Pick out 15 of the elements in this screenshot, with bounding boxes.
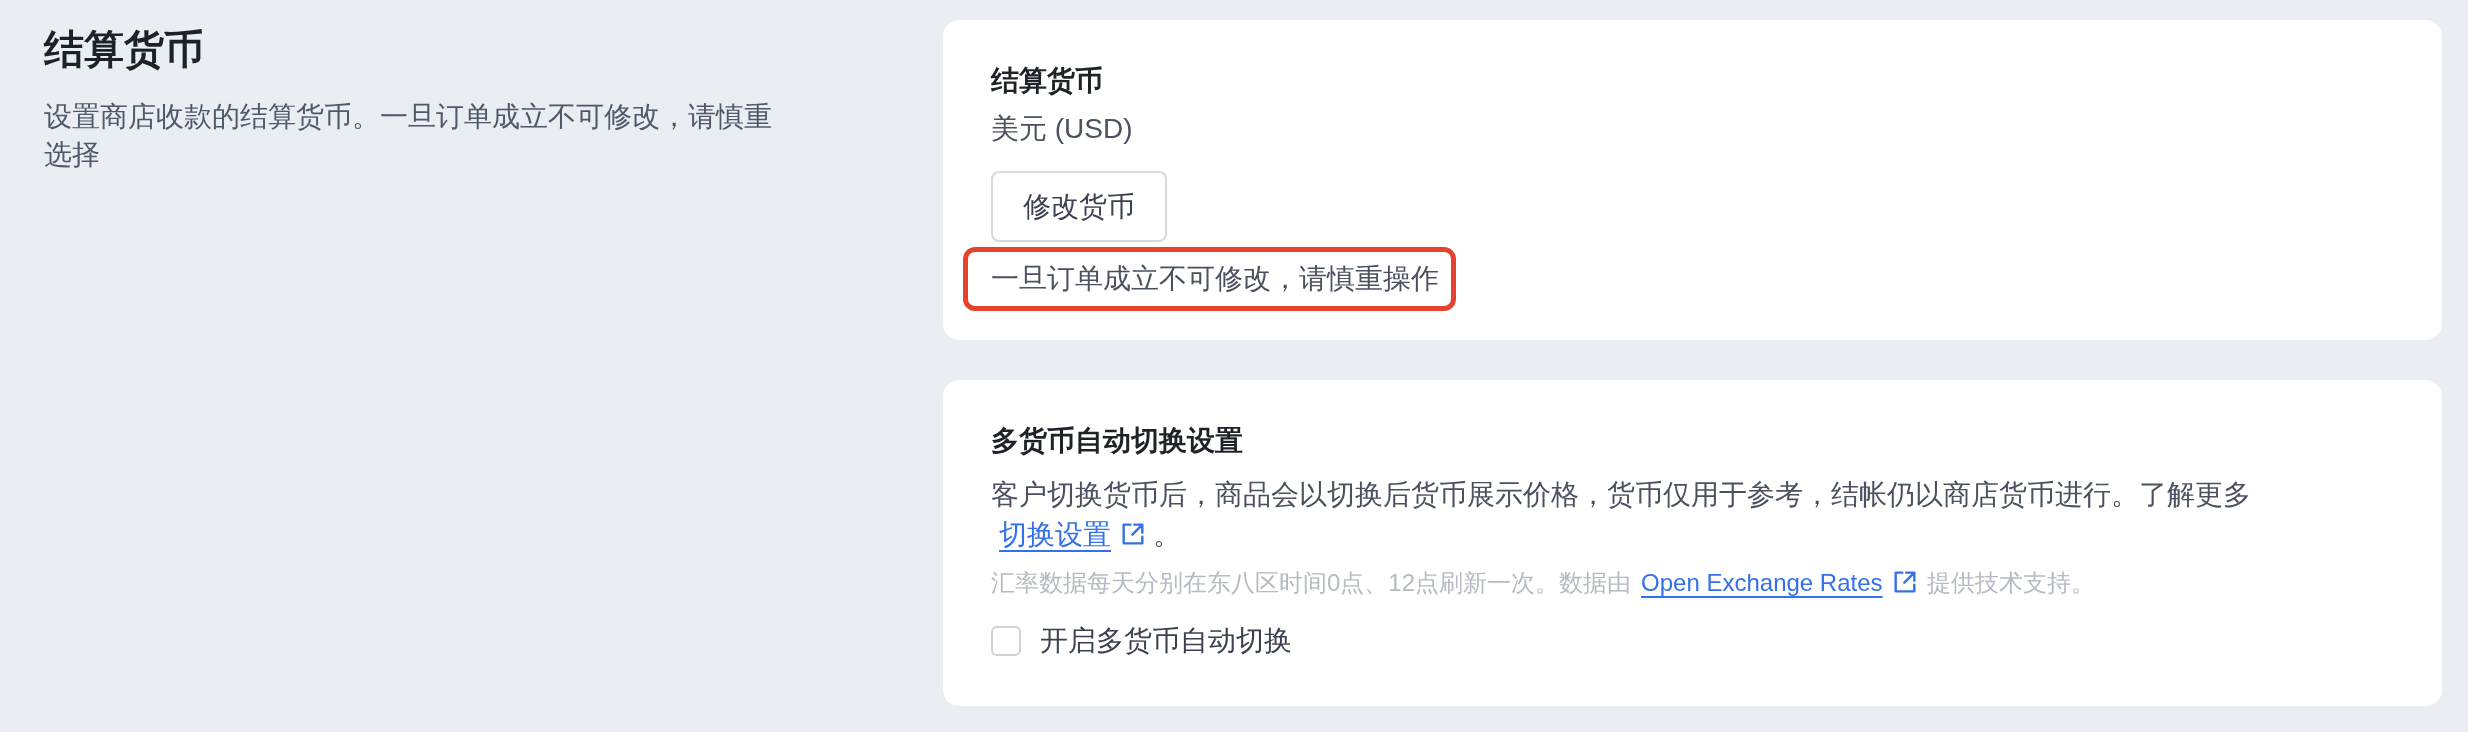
currency-value: 美元 (USD) [991,112,1133,146]
card-title: 结算货币 [991,64,1103,98]
switch-settings-link[interactable]: 切换设置 [999,519,1111,550]
checkbox[interactable] [991,626,1021,656]
external-link-icon[interactable] [1121,522,1145,546]
card-title: 多货币自动切换设置 [991,424,1243,458]
external-link-icon[interactable] [1892,570,1917,594]
rates-note: 汇率数据每天分别在东八区时间0点、12点刷新一次。数据由 Open Exchange Rates 提供技术支持。 [991,568,2095,598]
section-description: 设置商店收款的结算货币。一旦订单成立不可修改，请慎重选择 [44,100,773,172]
section-title: 结算货币 [44,26,204,73]
auto-switch-description: 客户切换货币后，商品会以切换后货币展示价格，货币仅用于参考，结帐仍以商店货币进行。了解更多 切换设置 。 [991,478,2251,552]
open-exchange-rates-link[interactable]: Open Exchange Rates [1641,569,1883,596]
change-currency-button[interactable]: 修改货币 [991,171,1167,242]
checkbox-label: 开启多货币自动切换 [1040,624,1292,658]
warning-note: 一旦订单成立不可修改，请慎重操作 [991,262,1439,296]
